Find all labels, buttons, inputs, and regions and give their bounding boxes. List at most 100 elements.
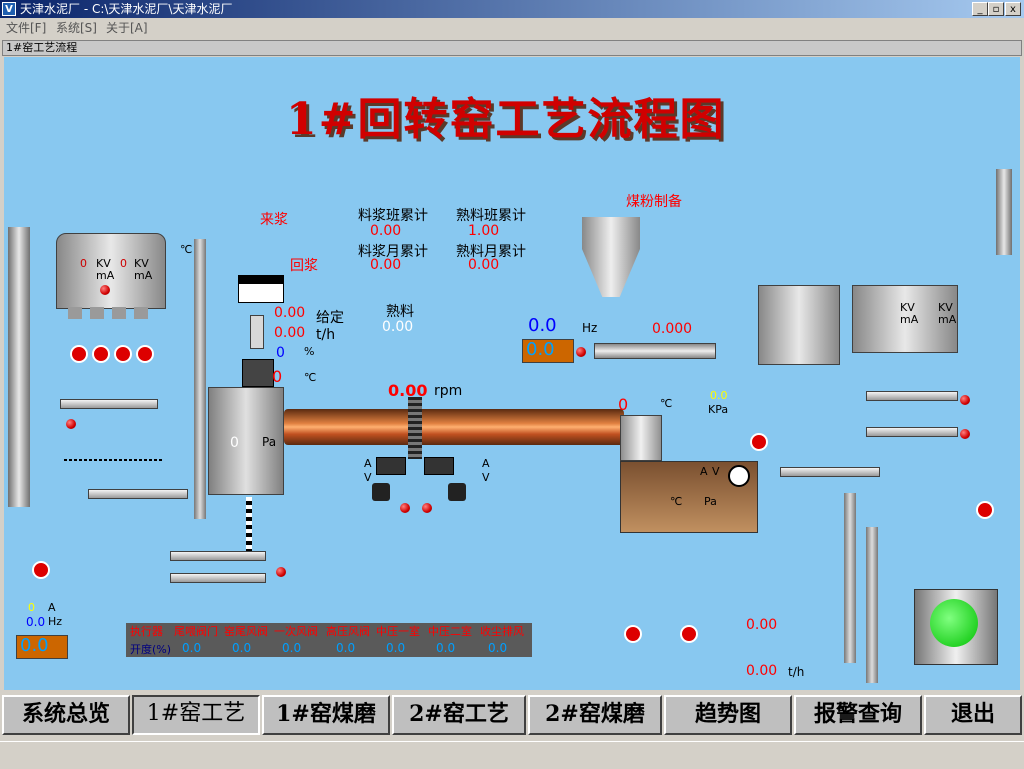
coal-hz-value: 0.0 <box>528 315 557 336</box>
motor1-v-unit: V <box>364 471 372 484</box>
valve-opening-4: 0.0 <box>336 641 356 655</box>
cooler-temp-unit: ℃ <box>670 495 683 508</box>
nav-kiln1-coal-mill[interactable]: 1#窑煤磨 <box>262 695 390 735</box>
esp-hoppers <box>68 307 154 319</box>
esp-temp-unit: ℃ <box>180 243 193 256</box>
esp1-kv-value: 0 <box>80 257 87 270</box>
clinker-shift-label: 熟料班累计 <box>456 208 526 224</box>
kiln-head-temp-value: 0 <box>618 395 629 414</box>
motor1-a-unit: A <box>364 457 372 470</box>
motor2-a-unit: A <box>482 457 490 470</box>
close-button[interactable]: x <box>1005 2 1021 16</box>
nav-system-overview[interactable]: 系统总览 <box>2 695 130 735</box>
tail-conveyor-indicator <box>276 567 286 577</box>
kiln-speed-value: 0.00 <box>388 381 428 400</box>
small-flow-value-2: 0.00 <box>746 663 778 679</box>
right-elevator-2 <box>866 527 878 683</box>
cooler-fan-1-icon <box>624 625 642 643</box>
kiln-head-kpa-value: 0.0 <box>710 389 728 402</box>
lower-conveyor-1 <box>88 489 188 499</box>
left-chimney <box>8 227 30 507</box>
right-conveyor-1-indicator <box>960 395 970 405</box>
primary-air-fan-icon <box>750 433 768 451</box>
left-bucket-elevator <box>194 239 206 519</box>
valve-opening-3: 0.0 <box>282 641 302 655</box>
coal-bin <box>582 217 640 297</box>
child-window-title: 1#窑工艺流程 <box>2 40 1022 56</box>
feed-set-1-value: 0.00 <box>274 305 306 321</box>
kiln-tail-temp-value: 0 <box>272 367 283 386</box>
menu-about[interactable]: 关于[A] <box>106 18 148 38</box>
esp1-ma-unit: mA <box>96 269 115 282</box>
kiln-tail-pa-unit: Pa <box>262 435 277 449</box>
rotary-kiln <box>284 409 624 445</box>
left-fan-a-unit: A <box>48 601 56 614</box>
nav-kiln2-coal-mill[interactable]: 2#窑煤磨 <box>528 695 662 735</box>
coal-hz-unit: Hz <box>582 321 598 335</box>
valve-actuator-7: 收尘排风 <box>480 625 524 638</box>
valve-opening-1: 0.0 <box>182 641 202 655</box>
left-fan-a-value: 0 <box>28 601 35 614</box>
nav-trend-chart[interactable]: 趋势图 <box>664 695 792 735</box>
flow-line-1 <box>64 459 162 461</box>
esp2-ma-unit: mA <box>134 269 153 282</box>
kiln-motor-1 <box>376 457 406 475</box>
valve-opening-5: 0.0 <box>386 641 406 655</box>
right-chimney <box>996 169 1012 255</box>
valve-opening-6: 0.0 <box>436 641 456 655</box>
clinker-label: 熟料 <box>386 304 414 320</box>
kiln-head-kpa-unit: KPa <box>708 403 729 416</box>
small-flow-value-1: 0.00 <box>746 617 778 633</box>
status-bar <box>0 741 1024 769</box>
clinker-silo-status-icon <box>930 599 978 647</box>
nav-exit[interactable]: 退出 <box>924 695 1022 735</box>
kiln-speed-unit: rpm <box>434 383 463 399</box>
esp-conveyor-indicator <box>66 419 76 429</box>
nav-bar: 系统总览 1#窑工艺 1#窑煤磨 2#窑工艺 2#窑煤磨 趋势图 报警查询 退出 <box>0 693 1024 739</box>
esp-fan-4-icon <box>136 345 154 363</box>
slurry-shift-label: 料浆班累计 <box>358 208 428 224</box>
cooler-a-unit: A <box>700 465 708 478</box>
valve-table: 执行器 尾喂阀门 窑尾风阀 一次风阀 高压风阀 中压一室 中压二室 收尘排风 开… <box>126 623 532 657</box>
nav-kiln2-process[interactable]: 2#窑工艺 <box>392 695 526 735</box>
tail-conveyor-1 <box>170 551 266 561</box>
valve-actuator-6: 中压二室 <box>428 625 472 638</box>
clinker-value: 0.00 <box>382 319 414 335</box>
nav-alarm-query[interactable]: 报警查询 <box>794 695 922 735</box>
esp-status-indicator <box>100 285 110 295</box>
nav-kiln1-process[interactable]: 1#窑工艺 <box>132 695 260 735</box>
left-fan-hz-value: 0.0 <box>26 615 46 629</box>
coal-fan-indicator <box>576 347 586 357</box>
cooler-fan-icon <box>728 465 750 487</box>
minimize-button[interactable]: _ <box>972 2 988 16</box>
restore-button[interactable]: ▫ <box>988 2 1004 16</box>
slurry-shift-value: 0.00 <box>370 223 402 239</box>
resp1-ma-unit: mA <box>900 313 919 326</box>
cooler-fan-2-icon <box>680 625 698 643</box>
kiln-motor-2 <box>424 457 454 475</box>
esp-fan-3-icon <box>114 345 132 363</box>
right-elevator-1 <box>844 493 856 663</box>
esp-fan-2-icon <box>92 345 110 363</box>
menu-file[interactable]: 文件[F] <box>6 18 46 38</box>
kiln-drive-status-1 <box>400 503 410 513</box>
kiln-head-temp-unit: ℃ <box>660 397 673 410</box>
slurry-month-value: 0.00 <box>370 257 402 273</box>
valve-actuator-header: 执行器 <box>130 625 163 638</box>
app-icon: V <box>2 2 16 16</box>
feed-set-label: 给定 <box>316 310 344 326</box>
coal-feed-pipe <box>594 343 716 359</box>
kiln-drive-status-2 <box>422 503 432 513</box>
small-flow-unit: t/h <box>788 665 805 679</box>
valve-actuator-4: 高压风阀 <box>326 625 370 638</box>
menu-system[interactable]: 系统[S] <box>56 18 97 38</box>
valve-opening-7: 0.0 <box>488 641 508 655</box>
resp2-ma-unit: mA <box>938 313 957 326</box>
left-fan-hz-unit: Hz <box>48 615 63 628</box>
window-title-bar[interactable]: V 天津水泥厂 - C:\天津水泥厂\天津水泥厂 _ ▫ x <box>0 0 1024 18</box>
right-exhaust-fan-icon <box>976 501 994 519</box>
kiln-drive-indicator-2 <box>448 483 466 501</box>
kiln-tail-temp-unit: ℃ <box>304 371 317 384</box>
coal-hz-setpoint-value: 0.0 <box>526 339 555 360</box>
esp2-kv-value: 0 <box>120 257 127 270</box>
